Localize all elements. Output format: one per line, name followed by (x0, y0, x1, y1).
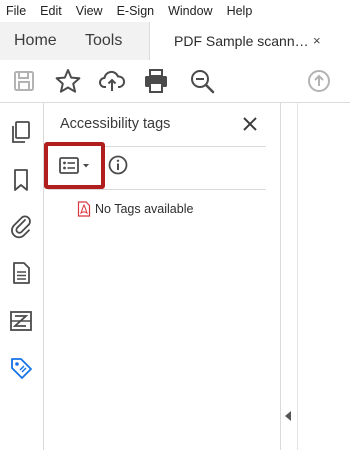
tab-home[interactable]: Home (14, 22, 57, 60)
menu-edit[interactable]: Edit (33, 0, 69, 22)
toolbar-divider (48, 189, 266, 190)
zoom-out-icon[interactable] (188, 67, 216, 95)
tab-document[interactable]: PDF Sample scann… × (149, 22, 350, 61)
menu-file[interactable]: File (0, 0, 33, 22)
star-icon[interactable] (54, 67, 82, 95)
collapse-panel-arrow-icon[interactable] (285, 411, 291, 421)
panel-title: Accessibility tags (60, 116, 171, 132)
cloud-upload-icon[interactable] (98, 67, 126, 95)
menu-help[interactable]: Help (220, 0, 260, 22)
attachment-icon[interactable] (8, 213, 34, 239)
tab-bar: Home Tools PDF Sample scann… × (0, 22, 350, 61)
print-icon[interactable] (142, 67, 170, 95)
tag-icon[interactable] (8, 355, 34, 381)
no-tags-message: No Tags available (95, 202, 194, 216)
close-panel-icon[interactable] (241, 115, 259, 133)
tab-tools[interactable]: Tools (85, 22, 122, 60)
tags-options-button[interactable] (44, 142, 105, 189)
menu-window[interactable]: Window (161, 0, 219, 22)
info-icon[interactable] (108, 154, 128, 176)
panel-collapse-strip (280, 103, 297, 450)
accessibility-tags-panel: Accessibility tags No Tags available (44, 103, 280, 450)
list-options-icon (59, 157, 89, 174)
save-icon[interactable] (10, 67, 38, 95)
document-icon[interactable] (8, 260, 34, 286)
left-navigation-rail (0, 103, 44, 450)
scroll-up-icon[interactable] (305, 67, 333, 95)
menu-bar: File Edit View E-Sign Window Help (0, 0, 350, 22)
content-order-icon[interactable] (8, 308, 34, 334)
page-thumbnails-icon[interactable] (8, 119, 34, 145)
toolbar (0, 60, 350, 103)
document-tab-title: PDF Sample scann… (174, 33, 309, 49)
menu-view[interactable]: View (69, 0, 110, 22)
menu-esign[interactable]: E-Sign (110, 0, 162, 22)
no-tags-row: No Tags available (77, 201, 193, 217)
bookmark-icon[interactable] (8, 167, 34, 193)
close-tab-button[interactable]: × (313, 22, 321, 60)
document-view[interactable] (297, 103, 350, 450)
pdf-file-icon (77, 201, 91, 217)
